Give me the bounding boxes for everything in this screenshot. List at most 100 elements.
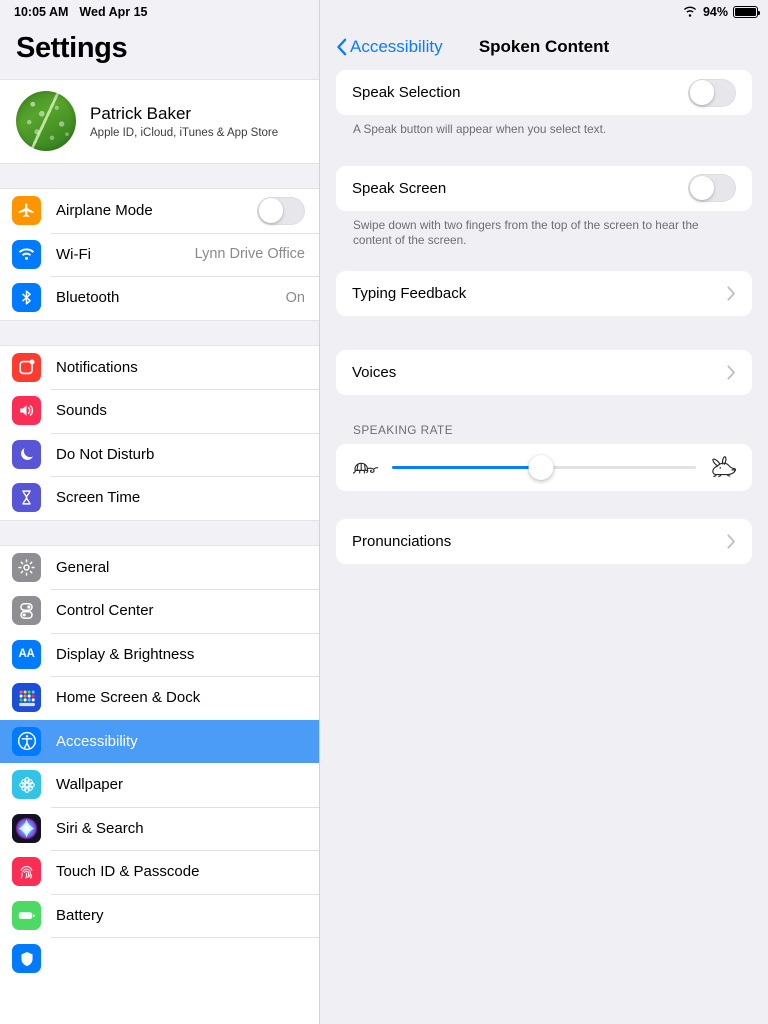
toggle-knob — [258, 198, 284, 224]
wifi-network-value: Lynn Drive Office — [194, 246, 305, 263]
toggle-knob — [689, 175, 715, 201]
leaf-avatar — [16, 91, 76, 151]
airplane-icon — [12, 196, 41, 226]
profile-subtitle: Apple ID, iCloud, iTunes & App Store — [90, 126, 279, 139]
typing-feedback-row[interactable]: Typing Feedback — [336, 270, 752, 316]
sidebar-item-airplane-mode[interactable]: Airplane Mode — [0, 189, 319, 233]
wallpaper-icon — [12, 770, 41, 800]
sidebar-item-label: Battery — [56, 906, 104, 924]
bluetooth-icon — [12, 283, 41, 313]
speaking-rate-slider[interactable] — [392, 452, 696, 482]
chevron-right-icon — [727, 286, 735, 301]
sidebar-item-siri-search[interactable]: Siri & Search — [0, 806, 319, 850]
speaking-rate-header: SPEAKING RATE — [353, 422, 454, 437]
speak-selection-card: Speak Selection — [336, 70, 752, 115]
sidebar-item-label: Control Center — [56, 602, 154, 620]
status-time: 10:05 AM — [14, 5, 69, 19]
voices-label: Voices — [352, 363, 397, 381]
sidebar-item-partial-below[interactable] — [0, 937, 319, 981]
sidebar-item-touch-id-passcode[interactable]: Touch ID & Passcode — [0, 850, 319, 894]
home-screen-dock-icon — [12, 683, 41, 713]
sidebar-item-label: Airplane Mode — [56, 202, 153, 220]
sidebar-item-home-screen-dock[interactable]: Home Screen & Dock — [0, 676, 319, 720]
profile-texts: Patrick Baker Apple ID, iCloud, iTunes &… — [90, 104, 278, 139]
sidebar-item-label: Wi-Fi — [56, 245, 91, 263]
wifi-icon — [683, 6, 697, 17]
status-bar: 10:05 AM Wed Apr 15 94% — [0, 0, 768, 24]
back-button-label: Accessibility — [350, 37, 443, 56]
battery-fill — [735, 8, 756, 16]
hourglass-icon — [12, 483, 41, 513]
sidebar-item-label: Do Not Disturb — [56, 445, 155, 463]
sidebar-item-label: Screen Time — [56, 489, 141, 507]
pronunciations-label: Pronunciations — [352, 532, 452, 550]
sidebar-group-separator-2 — [0, 319, 319, 346]
airplane-mode-toggle[interactable] — [257, 196, 305, 225]
ipad-settings-screen: Settings Patrick Baker Apple ID, iCloud,… — [0, 0, 768, 1024]
sounds-icon — [12, 396, 41, 426]
apple-id-profile-row[interactable]: Patrick Baker Apple ID, iCloud, iTunes &… — [0, 79, 319, 163]
control-center-icon — [12, 596, 41, 626]
sidebar-item-label: Accessibility — [56, 732, 138, 750]
sidebar-item-label: Touch ID & Passcode — [56, 863, 200, 881]
settings-title-container: Settings — [0, 24, 319, 79]
display-brightness-icon: AA — [12, 639, 41, 669]
accessibility-icon — [12, 726, 41, 756]
speak-screen-toggle[interactable] — [688, 174, 736, 203]
chevron-right-icon — [727, 365, 735, 380]
speak-screen-footnote: Swipe down with two fingers from the top… — [353, 217, 699, 248]
sidebar-item-label — [56, 950, 305, 967]
sidebar-item-do-not-disturb[interactable]: Do Not Disturb — [0, 432, 319, 476]
sidebar-item-label: Bluetooth — [56, 289, 120, 307]
speak-selection-row[interactable]: Speak Selection — [336, 70, 752, 115]
hare-icon — [708, 455, 738, 479]
sidebar-item-bluetooth[interactable]: Bluetooth On — [0, 276, 319, 320]
sidebar-group-connectivity: Airplane Mode Wi-Fi Lynn Drive Office Bl… — [0, 189, 319, 320]
speak-screen-label: Speak Screen — [352, 179, 447, 197]
sidebar-item-label: Notifications — [56, 358, 138, 376]
status-date: Wed Apr 15 — [79, 5, 148, 19]
sidebar-item-display-brightness[interactable]: AA Display & Brightness — [0, 632, 319, 676]
pronunciations-card: Pronunciations — [336, 518, 752, 564]
speaking-rate-card — [336, 443, 752, 491]
bluetooth-state-value: On — [285, 289, 305, 306]
speak-screen-row[interactable]: Speak Screen — [336, 165, 752, 211]
profile-name: Patrick Baker — [90, 103, 192, 123]
pronunciations-row[interactable]: Pronunciations — [336, 518, 752, 564]
sidebar-item-wifi[interactable]: Wi-Fi Lynn Drive Office — [0, 232, 319, 276]
voices-row[interactable]: Voices — [336, 349, 752, 395]
sidebar-item-battery[interactable]: Battery — [0, 893, 319, 937]
siri-icon — [12, 813, 41, 843]
sidebar-item-label: Display & Brightness — [56, 645, 195, 663]
sidebar-item-wallpaper[interactable]: Wallpaper — [0, 763, 319, 807]
typing-feedback-label: Typing Feedback — [352, 284, 467, 302]
sidebar-item-label: Wallpaper — [56, 776, 123, 794]
slider-track-fill — [392, 465, 541, 469]
sidebar-item-accessibility[interactable]: Accessibility — [0, 719, 319, 763]
panel-content: Speak Selection A Speak button will appe… — [320, 70, 768, 564]
spoken-content-panel: Accessibility Spoken Content Speak Selec… — [320, 0, 768, 1024]
privacy-icon — [12, 944, 41, 974]
sidebar-group-system: General Control Center AA Display & Brig… — [0, 545, 319, 981]
sidebar-item-screen-time[interactable]: Screen Time — [0, 476, 319, 520]
sidebar-item-sounds[interactable]: Sounds — [0, 389, 319, 433]
sidebar-item-control-center[interactable]: Control Center — [0, 589, 319, 633]
sidebar-item-label: Home Screen & Dock — [56, 689, 201, 707]
sidebar-item-label: Siri & Search — [56, 819, 144, 837]
typing-feedback-card: Typing Feedback — [336, 270, 752, 316]
gear-icon — [12, 552, 41, 582]
back-button[interactable]: Accessibility — [336, 37, 443, 57]
slider-thumb[interactable] — [528, 454, 554, 480]
sidebar-item-notifications[interactable]: Notifications — [0, 345, 319, 389]
speak-selection-label: Speak Selection — [352, 84, 461, 101]
sidebar-item-general[interactable]: General — [0, 545, 319, 589]
speak-selection-toggle[interactable] — [688, 78, 736, 107]
speak-screen-card: Speak Screen — [336, 165, 752, 211]
chevron-left-icon — [337, 38, 347, 56]
sidebar-group-separator-3 — [0, 519, 319, 546]
moon-icon — [12, 439, 41, 469]
